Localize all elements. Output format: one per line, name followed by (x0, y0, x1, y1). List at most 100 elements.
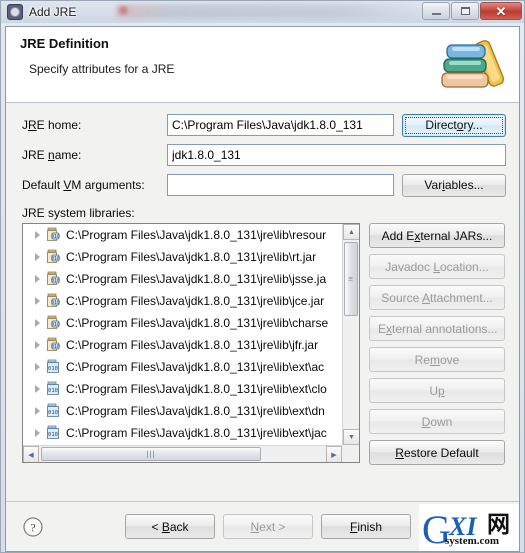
source-attachment-button[interactable]: Source Attachment... (369, 285, 505, 310)
libraries-list[interactable]: 010 C:\Program Files\Java\jdk1.8.0_131\j… (22, 223, 360, 463)
jar-icon: 010 (47, 227, 60, 241)
svg-text:010: 010 (48, 388, 58, 394)
expander-triangle-icon[interactable] (31, 231, 44, 239)
page-title: JRE Definition (20, 36, 109, 51)
list-item[interactable]: 010 C:\Program Files\Java\jdk1.8.0_131\j… (23, 290, 342, 312)
jre-name-label: JRE name: (22, 148, 82, 162)
list-item[interactable]: 010 C:\Program Files\Java\jdk1.8.0_131\j… (23, 334, 342, 356)
vm-arguments-input[interactable] (167, 174, 394, 196)
list-item[interactable]: 010 C:\Program Files\Java\jdk1.8.0_131\j… (23, 268, 342, 290)
list-item[interactable]: 010 C:\Program Files\Java\jdk1.8.0_131\j… (23, 224, 342, 246)
svg-text:010: 010 (48, 366, 58, 372)
list-item-path: C:\Program Files\Java\jdk1.8.0_131\jre\l… (66, 272, 327, 286)
scrollbar-corner (342, 445, 359, 462)
add-external-jars-button[interactable]: Add External JARs... (369, 223, 505, 248)
back-button[interactable]: < Back (125, 514, 215, 539)
page-subtitle: Specify attributes for a JRE (29, 62, 175, 76)
jre-name-input[interactable] (167, 144, 506, 166)
list-item[interactable]: 010 C:\Program Files\Java\jdk1.8.0_131\j… (23, 378, 342, 400)
jre-home-input[interactable] (167, 114, 394, 136)
list-item-path: C:\Program Files\Java\jdk1.8.0_131\jre\l… (66, 250, 317, 264)
expander-triangle-icon[interactable] (31, 275, 44, 283)
maximize-icon (460, 7, 470, 15)
jre-home-row: JRE home: Directory... (22, 113, 506, 137)
list-item[interactable]: 010 C:\Program Files\Java\jdk1.8.0_131\j… (23, 356, 342, 378)
background-error-icon-artifact (119, 6, 128, 15)
jar-icon: 010 (47, 359, 59, 373)
list-item[interactable]: 010 C:\Program Files\Java\jdk1.8.0_131\j… (23, 422, 342, 444)
watermark-domain: system.com (445, 535, 500, 547)
scroll-up-icon[interactable]: ▲ (343, 224, 359, 240)
jar-icon: 010 (47, 293, 60, 307)
jar-icon: 010 (47, 425, 59, 439)
svg-text:010: 010 (51, 344, 60, 350)
directory-button[interactable]: Directory... (402, 113, 506, 137)
vm-arguments-label: Default VM arguments: (22, 178, 145, 192)
maximize-button[interactable] (451, 2, 479, 20)
list-item-path: C:\Program Files\Java\jdk1.8.0_131\jre\l… (66, 382, 327, 396)
javadoc-location-button[interactable]: Javadoc Location... (369, 254, 505, 279)
jar-icon: 010 (47, 249, 60, 263)
jre-system-libraries-label: JRE system libraries: (22, 206, 135, 220)
svg-text:010: 010 (51, 256, 60, 262)
jre-attributes-form: JRE home: Directory... JRE name: Default… (6, 103, 519, 204)
expander-triangle-icon[interactable] (31, 429, 44, 437)
scroll-right-icon[interactable]: ▶ (326, 446, 342, 462)
expander-triangle-icon[interactable] (31, 253, 44, 261)
scroll-left-icon[interactable]: ◀ (23, 446, 39, 462)
watermark-cjk-glyph: 网 (487, 511, 510, 537)
minimize-button[interactable] (422, 2, 450, 20)
expander-triangle-icon[interactable] (31, 407, 44, 415)
expander-triangle-icon[interactable] (31, 385, 44, 393)
next-button[interactable]: Next > (223, 514, 313, 539)
add-jre-dialog-window: Add JRE ✕ JRE Definition Specify attribu… (0, 0, 525, 553)
expander-triangle-icon[interactable] (31, 341, 44, 349)
horizontal-scroll-thumb[interactable]: ||| (41, 447, 261, 461)
title-bar: Add JRE ✕ (1, 1, 524, 23)
close-button[interactable]: ✕ (480, 2, 522, 20)
libraries-horizontal-scrollbar[interactable]: ◀ ||| ▶ (23, 445, 359, 462)
libraries-section: 010 C:\Program Files\Java\jdk1.8.0_131\j… (6, 223, 519, 465)
vertical-scroll-thumb[interactable]: ≡ (344, 242, 358, 316)
list-item[interactable]: 010 C:\Program Files\Java\jdk1.8.0_131\j… (23, 312, 342, 334)
move-up-button[interactable]: Up (369, 378, 505, 403)
libraries-vertical-scrollbar[interactable]: ▲ ≡ ▼ (342, 224, 359, 445)
minimize-icon (431, 13, 441, 15)
wizard-footer: ? < Back Next > Finish Cancel G XI 网 sys… (6, 501, 519, 551)
move-down-button[interactable]: Down (369, 409, 505, 434)
list-item-path: C:\Program Files\Java\jdk1.8.0_131\jre\l… (66, 360, 325, 374)
list-item-path: C:\Program Files\Java\jdk1.8.0_131\jre\l… (66, 294, 325, 308)
jre-gear-icon (7, 4, 23, 20)
expander-triangle-icon[interactable] (31, 297, 44, 305)
svg-text:010: 010 (48, 410, 58, 416)
list-item[interactable]: 010 C:\Program Files\Java\jdk1.8.0_131\j… (23, 400, 342, 422)
list-item-path: C:\Program Files\Java\jdk1.8.0_131\jre\l… (66, 316, 329, 330)
list-item-path: C:\Program Files\Java\jdk1.8.0_131\jre\l… (66, 426, 327, 440)
libraries-list-rows: 010 C:\Program Files\Java\jdk1.8.0_131\j… (23, 224, 342, 445)
dialog-body: JRE Definition Specify attributes for a … (5, 26, 520, 552)
list-item[interactable]: 010 C:\Program Files\Java\jdk1.8.0_131\j… (23, 246, 342, 268)
svg-text:010: 010 (51, 278, 60, 284)
books-icon (441, 40, 505, 88)
close-icon: ✕ (495, 3, 507, 19)
jre-name-row: JRE name: (22, 144, 506, 166)
expander-triangle-icon[interactable] (31, 363, 44, 371)
help-icon[interactable]: ? (22, 516, 44, 538)
scroll-thumb-grip-icon: ≡ (348, 274, 354, 284)
restore-default-button[interactable]: Restore Default (369, 440, 505, 465)
vm-arguments-row: Default VM arguments: Variables... (22, 173, 506, 197)
scroll-down-icon[interactable]: ▼ (343, 429, 359, 445)
list-item-path: C:\Program Files\Java\jdk1.8.0_131\jre\l… (66, 228, 327, 242)
remove-button[interactable]: Remove (369, 347, 505, 372)
jar-icon: 010 (47, 381, 59, 395)
jar-icon: 010 (47, 315, 60, 329)
variables-button[interactable]: Variables... (402, 173, 506, 197)
svg-text:?: ? (30, 520, 35, 534)
finish-button[interactable]: Finish (321, 514, 411, 539)
svg-text:010: 010 (51, 234, 60, 240)
external-annotations-button[interactable]: External annotations... (369, 316, 505, 341)
jar-icon: 010 (47, 271, 60, 285)
list-item-path: C:\Program Files\Java\jdk1.8.0_131\jre\l… (66, 338, 319, 352)
expander-triangle-icon[interactable] (31, 319, 44, 327)
svg-text:010: 010 (51, 300, 60, 306)
